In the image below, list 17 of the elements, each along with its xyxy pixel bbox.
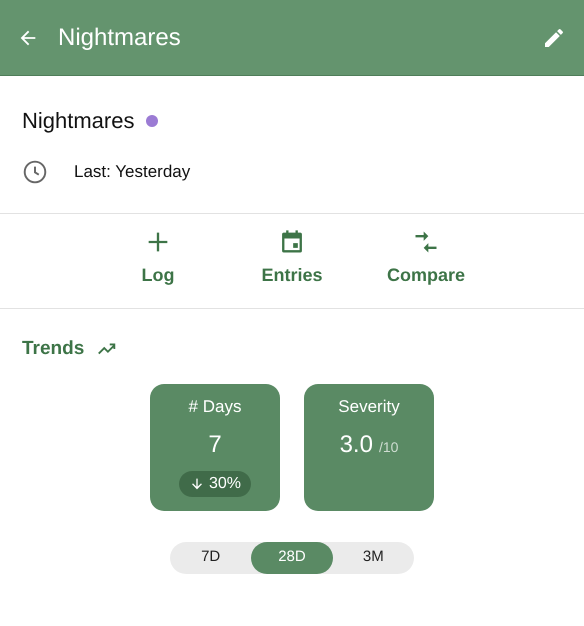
- stat-unit: /10: [378, 438, 398, 457]
- action-button[interactable]: Entries: [244, 228, 340, 294]
- clock-icon: [22, 159, 48, 185]
- stat-label: # Days: [188, 396, 242, 418]
- stat-value: 7: [208, 430, 222, 460]
- screen-title: Nightmares: [58, 22, 181, 52]
- range-tab[interactable]: 7D: [170, 542, 252, 574]
- change-badge: 30%: [178, 471, 252, 497]
- range-tab[interactable]: 3M: [332, 542, 414, 574]
- section-title: Trends: [22, 337, 84, 361]
- action-button[interactable]: Log: [110, 228, 206, 294]
- range-tab[interactable]: 28D: [251, 542, 333, 574]
- action-button[interactable]: Compare: [378, 228, 474, 294]
- stat-value: 3.0: [340, 430, 373, 460]
- last-entry-text: Last: Yesterday: [74, 161, 190, 184]
- item-name: Nightmares: [22, 107, 134, 135]
- stat-label: Severity: [338, 396, 400, 418]
